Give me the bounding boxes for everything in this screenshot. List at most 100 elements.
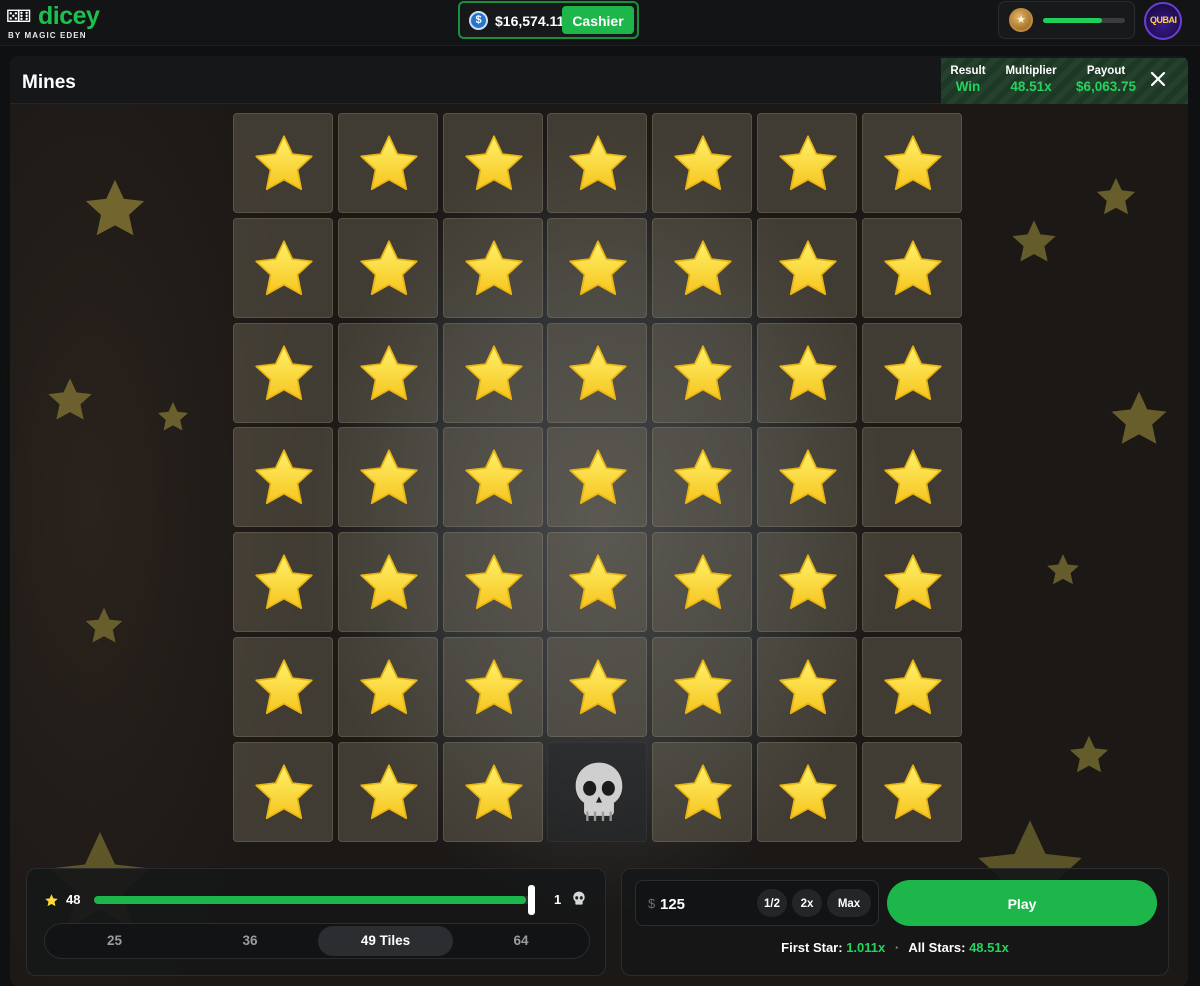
- star-tile[interactable]: [757, 637, 857, 737]
- xp-progress-fill: [1043, 18, 1103, 23]
- star-tile[interactable]: [233, 532, 333, 633]
- star-icon: [255, 240, 313, 295]
- mines-game-panel: Mines Result Win Multiplier 48.51x Payou…: [10, 56, 1188, 986]
- star-tile[interactable]: [233, 113, 333, 213]
- star-tile[interactable]: [652, 637, 753, 737]
- multiplier-info: First Star: 1.011x · All Stars: 48.51x: [622, 940, 1168, 955]
- star-tile[interactable]: [757, 113, 857, 213]
- payout-value: $6,063.75: [1075, 79, 1137, 94]
- star-icon: [674, 449, 732, 505]
- star-tile[interactable]: [233, 217, 333, 318]
- dicey-logo[interactable]: ⚄⚅ dicey BY MAGIC EDEN: [4, 2, 114, 44]
- star-tile[interactable]: [233, 637, 333, 737]
- background-star-icon: [85, 607, 123, 643]
- bet-amount-input[interactable]: [658, 891, 748, 917]
- tile-option-2[interactable]: 49 Tiles: [318, 926, 453, 956]
- star-tile[interactable]: [547, 532, 648, 633]
- star-tile[interactable]: [547, 217, 648, 318]
- star-icon: [884, 344, 942, 400]
- star-icon: [779, 554, 837, 610]
- play-button[interactable]: Play: [887, 880, 1157, 926]
- star-tile[interactable]: [233, 741, 333, 842]
- star-tile[interactable]: [233, 427, 333, 528]
- star-tile[interactable]: [861, 322, 962, 423]
- star-icon: [569, 240, 628, 295]
- star-icon: [674, 554, 732, 610]
- wallet-balance[interactable]: $ $16,574.11 Cashier: [458, 1, 639, 39]
- star-tile[interactable]: [652, 322, 753, 423]
- star-tile[interactable]: [757, 217, 857, 318]
- star-icon: [884, 659, 942, 715]
- background-star-icon: [85, 179, 145, 236]
- star-tile[interactable]: [757, 741, 857, 842]
- star-icon: [674, 135, 732, 191]
- close-icon[interactable]: [1146, 67, 1170, 91]
- star-tile[interactable]: [861, 217, 962, 318]
- usdc-coin-icon: $: [469, 11, 488, 30]
- tile-option-0[interactable]: 25: [47, 926, 182, 956]
- mines-slider-handle[interactable]: [528, 885, 535, 915]
- double-bet-button[interactable]: 2x: [792, 889, 822, 917]
- star-icon: [45, 894, 58, 907]
- star-icon: [779, 449, 837, 505]
- star-tile[interactable]: [233, 322, 333, 423]
- star-tile[interactable]: [442, 532, 543, 633]
- star-tile[interactable]: [861, 637, 962, 737]
- star-tile[interactable]: [337, 217, 438, 318]
- star-tile[interactable]: [652, 532, 753, 633]
- star-icon: [884, 240, 942, 295]
- xp-progress-widget[interactable]: ★: [998, 1, 1135, 39]
- star-tile[interactable]: [861, 741, 962, 842]
- star-tile[interactable]: [547, 113, 648, 213]
- star-tile[interactable]: [547, 427, 648, 528]
- tile-option-1[interactable]: 36: [183, 926, 318, 956]
- star-tile[interactable]: [337, 113, 438, 213]
- star-tile[interactable]: [652, 427, 753, 528]
- star-tile[interactable]: [337, 322, 438, 423]
- star-tile[interactable]: [442, 113, 543, 213]
- star-tile[interactable]: [337, 637, 438, 737]
- multiplier-label: Multiplier: [1005, 65, 1057, 77]
- star-tile[interactable]: [861, 532, 962, 633]
- tile-option-3[interactable]: 64: [454, 926, 589, 956]
- star-tile[interactable]: [337, 741, 438, 842]
- star-tile[interactable]: [861, 113, 962, 213]
- star-tile[interactable]: [861, 427, 962, 528]
- half-bet-button[interactable]: 1/2: [757, 889, 787, 917]
- separator-dot: ·: [894, 940, 900, 955]
- mine-tile[interactable]: [547, 741, 648, 842]
- star-tile[interactable]: [652, 113, 753, 213]
- bet-panel: $ 1/2 2x Max Play First Star: 1.011x · A…: [621, 868, 1169, 976]
- star-tile[interactable]: [757, 322, 857, 423]
- mines-slider[interactable]: [94, 896, 535, 904]
- star-tile[interactable]: [442, 427, 543, 528]
- star-tile[interactable]: [442, 322, 543, 423]
- star-icon: [569, 659, 628, 715]
- cashier-button[interactable]: Cashier: [562, 6, 634, 34]
- star-tile[interactable]: [547, 322, 648, 423]
- star-icon: [360, 449, 418, 505]
- user-avatar[interactable]: QUBAI: [1144, 2, 1182, 40]
- star-tile[interactable]: [442, 741, 543, 842]
- star-tile[interactable]: [757, 532, 857, 633]
- star-icon: [674, 240, 732, 295]
- star-tile[interactable]: [757, 427, 857, 528]
- star-icon: [884, 449, 942, 505]
- star-tile[interactable]: [442, 217, 543, 318]
- star-tile[interactable]: [337, 532, 438, 633]
- star-tile[interactable]: [652, 217, 753, 318]
- star-tile[interactable]: [337, 427, 438, 528]
- star-icon: [360, 764, 418, 819]
- max-bet-button[interactable]: Max: [827, 889, 871, 917]
- logo-subtitle: BY MAGIC EDEN: [8, 31, 87, 40]
- star-icon: [779, 659, 837, 715]
- star-icon: [255, 449, 313, 505]
- star-icon: [464, 135, 523, 191]
- star-tile[interactable]: [652, 741, 753, 842]
- star-tile[interactable]: [547, 637, 648, 737]
- star-icon: [569, 135, 628, 191]
- star-icon: [360, 240, 418, 295]
- star-tile[interactable]: [442, 637, 543, 737]
- star-icon: [779, 240, 837, 295]
- star-icon: [569, 344, 628, 400]
